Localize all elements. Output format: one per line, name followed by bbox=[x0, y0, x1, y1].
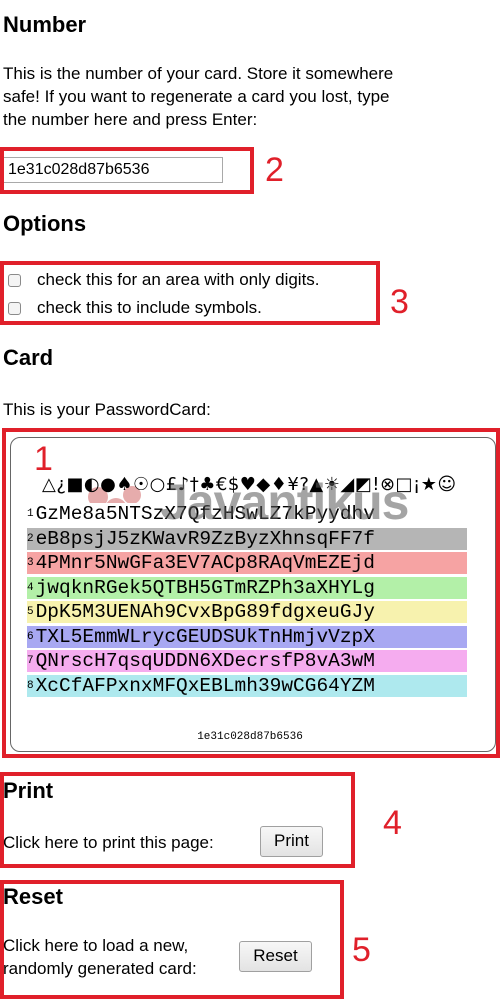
reset-desc-line1: Click here to load a new, bbox=[3, 936, 189, 955]
reset-heading: Reset bbox=[3, 884, 63, 909]
annotation-box-2 bbox=[0, 147, 254, 194]
print-button[interactable]: Print bbox=[260, 826, 323, 857]
annotation-label-2: 2 bbox=[265, 151, 284, 189]
card-heading: Card bbox=[3, 345, 54, 370]
print-heading: Print bbox=[3, 778, 54, 803]
card-description: This is your PasswordCard: bbox=[3, 400, 211, 419]
reset-desc-line2: randomly generated card: bbox=[3, 959, 197, 978]
number-desc-line1: This is the number of your card. Store i… bbox=[3, 64, 394, 83]
reset-description: Click here to load a new, randomly gener… bbox=[3, 934, 197, 980]
annotation-box-3 bbox=[0, 261, 380, 325]
number-heading: Number bbox=[3, 12, 87, 37]
annotation-label-3: 3 bbox=[390, 283, 409, 321]
annotation-label-4: 4 bbox=[383, 804, 402, 842]
options-heading: Options bbox=[3, 211, 87, 236]
number-desc-line2: safe! If you want to regenerate a card y… bbox=[3, 87, 390, 106]
annotation-box-1 bbox=[2, 428, 500, 758]
number-description: This is the number of your card. Store i… bbox=[3, 62, 498, 131]
number-desc-line3: the number here and press Enter: bbox=[3, 110, 258, 129]
annotation-label-5: 5 bbox=[352, 931, 371, 969]
annotation-label-1: 1 bbox=[34, 440, 53, 478]
reset-button[interactable]: Reset bbox=[239, 941, 312, 972]
print-description: Click here to print this page: bbox=[3, 833, 214, 852]
